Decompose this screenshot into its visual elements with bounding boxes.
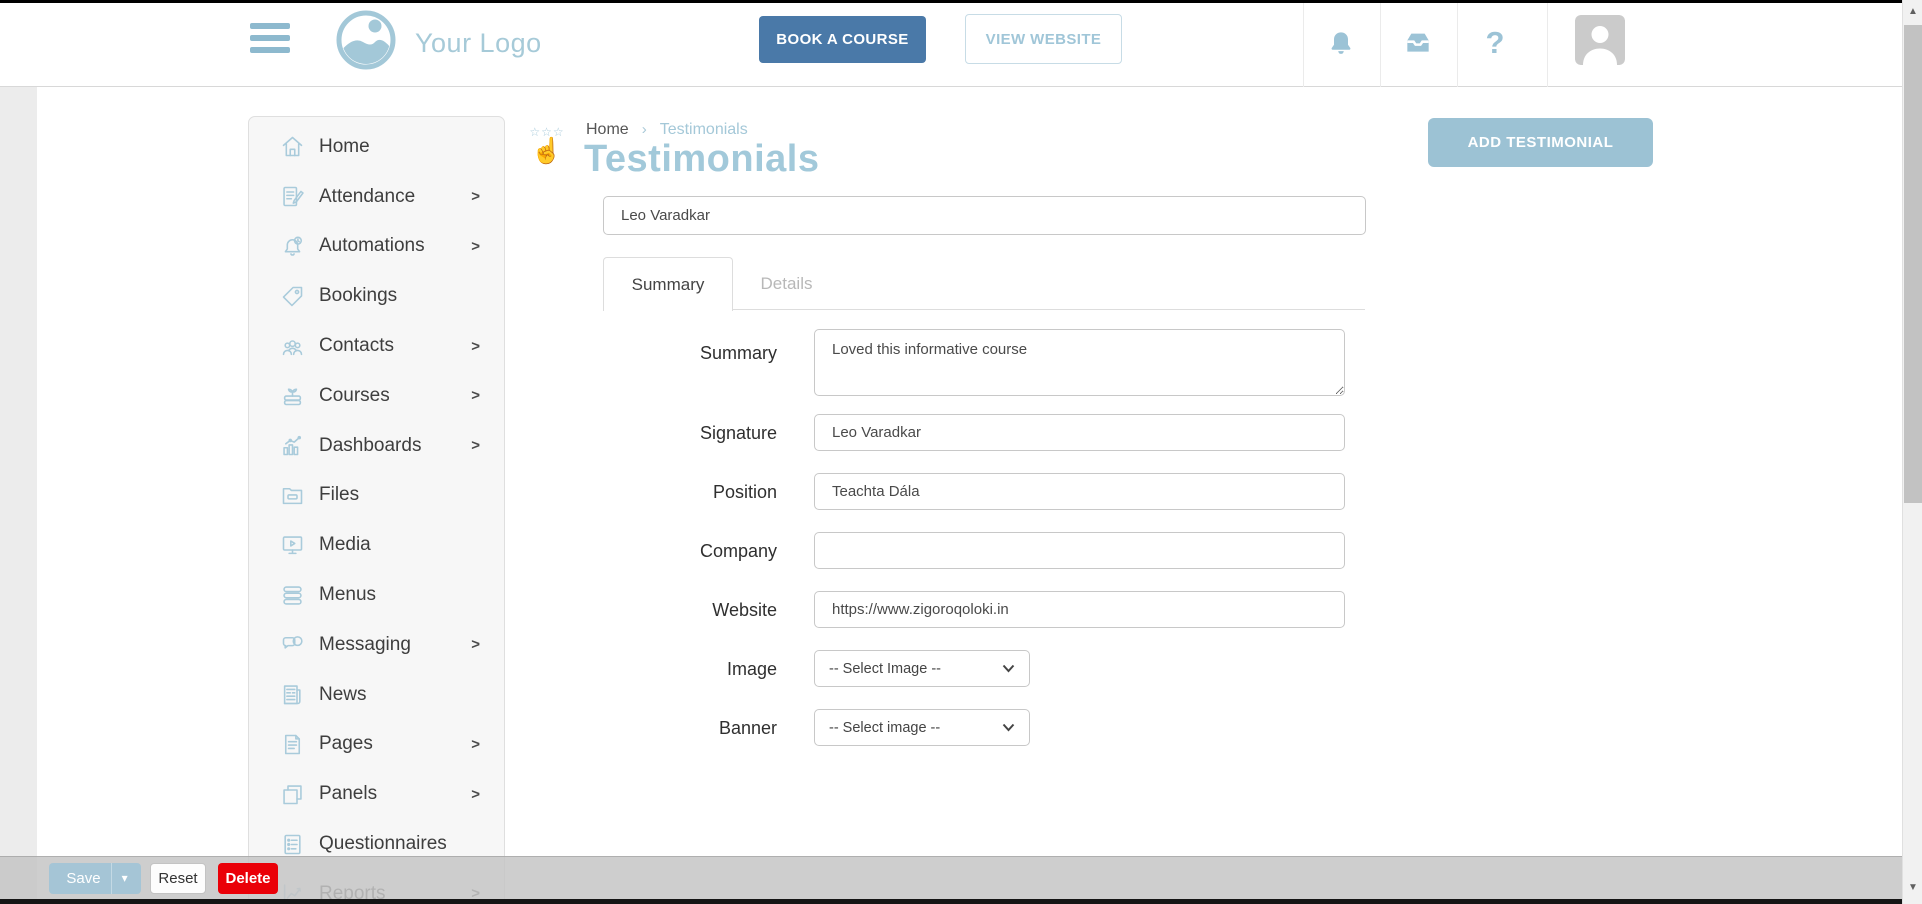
- header-divider: [1547, 3, 1548, 87]
- messaging-icon: [279, 631, 306, 658]
- testimonial-name-input[interactable]: [603, 196, 1366, 235]
- position-label: Position: [627, 482, 777, 503]
- sidebar-item-pages[interactable]: Pages >: [249, 720, 504, 770]
- automations-icon: [279, 233, 306, 260]
- header-divider: [1457, 3, 1458, 87]
- home-icon: [279, 133, 306, 160]
- website-label: Website: [627, 600, 777, 621]
- breadcrumb-home-link[interactable]: Home: [586, 121, 629, 138]
- notifications-bell-icon[interactable]: [1322, 24, 1360, 62]
- signature-input[interactable]: [814, 414, 1345, 451]
- sidebar-item-contacts[interactable]: Contacts >: [249, 321, 504, 371]
- position-input[interactable]: [814, 473, 1345, 510]
- scrollbar-thumb[interactable]: [1904, 25, 1922, 503]
- tab-summary[interactable]: Summary: [603, 257, 733, 311]
- sidebar-item-panels[interactable]: Panels >: [249, 769, 504, 819]
- sidebar-item-files[interactable]: Files: [249, 471, 504, 521]
- dashboards-icon: [279, 432, 306, 459]
- inbox-tray-icon[interactable]: [1399, 24, 1437, 62]
- sidebar-item-courses[interactable]: Courses >: [249, 371, 504, 421]
- files-folder-icon: [279, 482, 306, 509]
- contacts-icon: [279, 333, 306, 360]
- sidebar-item-home[interactable]: Home: [249, 122, 504, 172]
- sidebar-item-automations[interactable]: Automations >: [249, 222, 504, 272]
- chevron-right-icon: >: [471, 437, 480, 454]
- tab-details[interactable]: Details: [733, 257, 840, 310]
- image-label: Image: [627, 659, 777, 680]
- company-input[interactable]: [814, 532, 1345, 569]
- reset-button[interactable]: Reset: [150, 863, 206, 894]
- add-testimonial-button[interactable]: ADD TESTIMONIAL: [1428, 118, 1653, 167]
- sidebar-item-media[interactable]: Media: [249, 520, 504, 570]
- scroll-up-icon[interactable]: ▲: [1903, 6, 1922, 17]
- sidebar-nav: Home Attendance > Automations > Bookings…: [248, 116, 505, 904]
- page-title: Testimonials: [584, 138, 819, 181]
- view-website-button[interactable]: VIEW WEBSITE: [965, 14, 1122, 64]
- window-bottom-edge: [0, 899, 1902, 904]
- bookings-tag-icon: [279, 283, 306, 310]
- hamburger-menu-icon[interactable]: [250, 23, 290, 53]
- sidebar-item-attendance[interactable]: Attendance >: [249, 172, 504, 222]
- chevron-right-icon: >: [471, 188, 480, 205]
- questionnaires-icon: [279, 831, 306, 858]
- summary-textarea[interactable]: Loved this informative course: [814, 329, 1345, 396]
- logo-icon: [334, 8, 398, 72]
- sidebar-item-menus[interactable]: Menus: [249, 570, 504, 620]
- breadcrumb-separator: ›: [642, 121, 647, 138]
- book-a-course-button[interactable]: BOOK A COURSE: [759, 16, 926, 63]
- news-icon: [279, 681, 306, 708]
- sidebar-item-bookings[interactable]: Bookings: [249, 271, 504, 321]
- signature-label: Signature: [627, 423, 777, 444]
- panels-icon: [279, 781, 306, 808]
- save-button[interactable]: Save ▾: [49, 863, 141, 894]
- attendance-icon: [279, 183, 306, 210]
- chevron-right-icon: >: [471, 786, 480, 803]
- sidebar-item-dashboards[interactable]: Dashboards >: [249, 421, 504, 471]
- logo-text: Your Logo: [415, 28, 542, 59]
- tab-bar: Summary Details: [603, 257, 1365, 310]
- summary-label: Summary: [627, 343, 777, 364]
- vertical-scrollbar[interactable]: ▲ ▼: [1902, 0, 1922, 904]
- chevron-right-icon: >: [471, 387, 480, 404]
- chevron-down-icon: [1002, 664, 1015, 673]
- pages-icon: [279, 731, 306, 758]
- help-icon[interactable]: ?: [1476, 24, 1514, 62]
- window-top-edge: [0, 0, 1922, 3]
- website-input[interactable]: [814, 591, 1345, 628]
- delete-button[interactable]: Delete: [218, 863, 278, 894]
- header-divider: [1303, 3, 1304, 87]
- courses-icon: [279, 382, 306, 409]
- chevron-right-icon: >: [471, 238, 480, 255]
- banner-label: Banner: [627, 718, 777, 739]
- save-dropdown-caret-icon[interactable]: ▾: [111, 863, 138, 894]
- media-icon: [279, 532, 306, 559]
- sidebar-item-news[interactable]: News: [249, 670, 504, 720]
- image-select[interactable]: -- Select Image --: [814, 650, 1030, 687]
- chevron-right-icon: >: [471, 636, 480, 653]
- breadcrumb-current: Testimonials: [660, 121, 748, 138]
- sidebar-item-messaging[interactable]: Messaging >: [249, 620, 504, 670]
- menus-icon: [279, 582, 306, 609]
- chevron-right-icon: >: [471, 736, 480, 753]
- testimonial-hand-stars-icon: ☆☆☆ ☝: [524, 126, 570, 164]
- company-label: Company: [627, 541, 777, 562]
- chevron-down-icon: [1002, 723, 1015, 732]
- breadcrumb: Home › Testimonials: [586, 121, 748, 139]
- user-avatar[interactable]: [1575, 15, 1625, 65]
- bottom-action-bar: Save ▾ Reset Delete: [0, 856, 1902, 899]
- header-divider: [1380, 3, 1381, 87]
- chevron-right-icon: >: [471, 338, 480, 355]
- scroll-down-icon[interactable]: ▼: [1903, 882, 1922, 893]
- app-window: Your Logo BOOK A COURSE VIEW WEBSITE ? H…: [0, 0, 1922, 904]
- banner-select[interactable]: -- Select image --: [814, 709, 1030, 746]
